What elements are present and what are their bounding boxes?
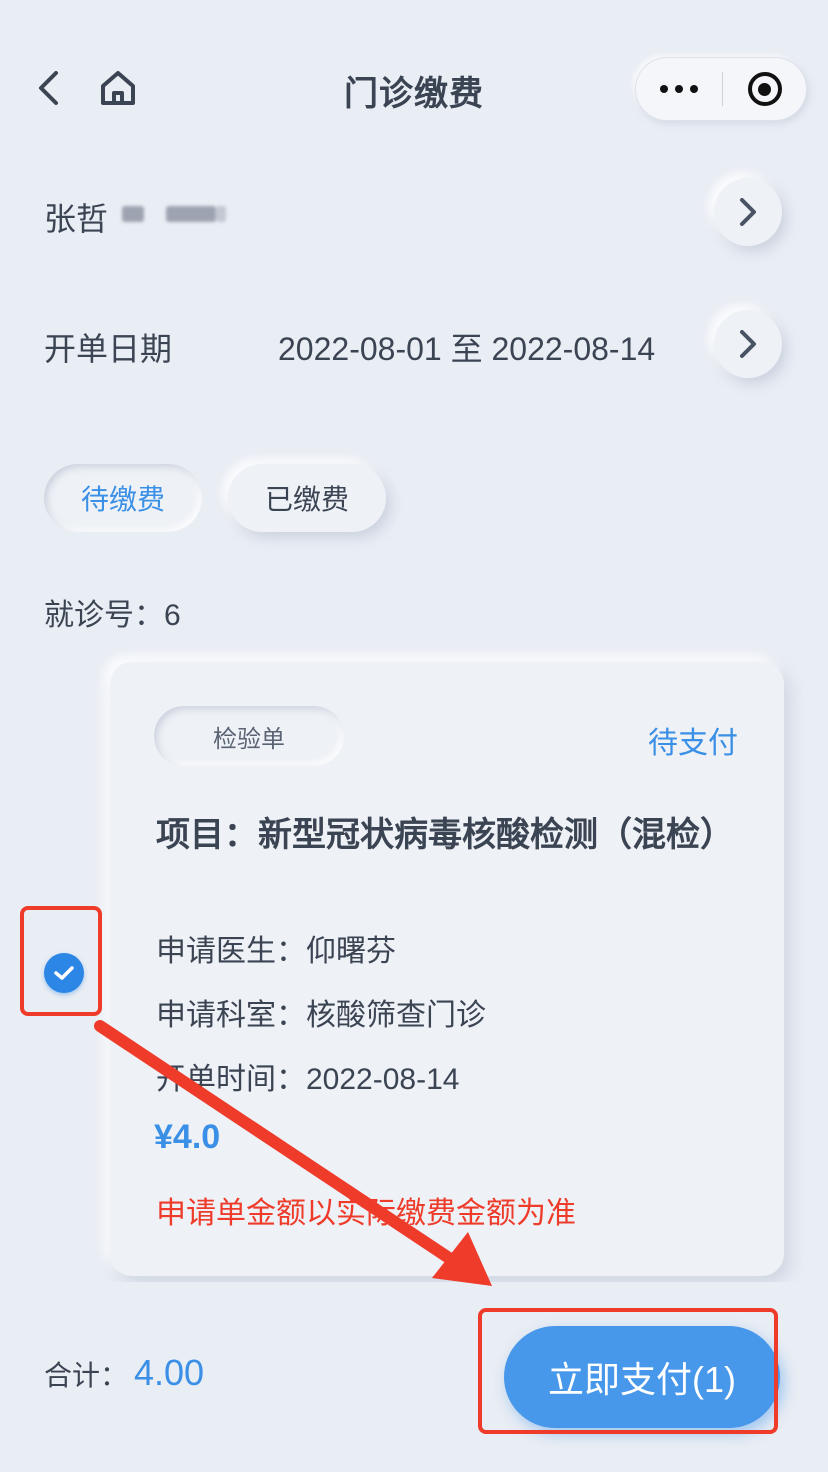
target-icon (747, 72, 782, 106)
order-notice: 申请单金额以实际缴费金额为准 (156, 1197, 576, 1230)
total-label: 合计： (44, 1360, 129, 1391)
visit-number: 就诊号：6 (44, 599, 181, 632)
close-mini-program-button[interactable] (723, 72, 806, 106)
patient-name: 张哲 (44, 201, 109, 237)
order-time: 开单时间：2022-08-14 (156, 1063, 460, 1096)
order-price: ¥4.0 (154, 1118, 221, 1156)
pay-button-highlight-annotation (478, 1308, 778, 1434)
tab-paid[interactable]: 已缴费 (228, 464, 386, 532)
date-select-button[interactable] (714, 310, 782, 378)
patient-info-masked (122, 200, 228, 226)
checkbox-highlight-annotation (20, 906, 102, 1016)
tab-pending-payment[interactable]: 待缴费 (44, 464, 202, 532)
order-doctor: 申请医生：仰曙芬 (156, 935, 396, 968)
project-key: 项目： (156, 816, 258, 854)
chevron-right-icon (740, 330, 756, 358)
more-dots-icon[interactable] (636, 85, 722, 93)
chevron-right-icon (740, 198, 756, 226)
patient-select-button[interactable] (714, 178, 782, 246)
project-value: 新型冠状病毒核酸检测（混检） (258, 816, 734, 854)
order-project: 项目： 新型冠状病毒核酸检测（混检） (156, 812, 746, 858)
mini-program-capsule (636, 58, 806, 120)
total-value: 4.00 (134, 1352, 205, 1393)
order-status: 待支付 (648, 727, 738, 760)
date-filter-label: 开单日期 (44, 331, 173, 367)
order-card[interactable]: 检验单 待支付 项目： 新型冠状病毒核酸检测（混检） 申请医生：仰曙芬 申请科室… (110, 662, 784, 1276)
date-range-value[interactable]: 2022-08-01 至 2022-08-14 (278, 324, 655, 370)
order-type-badge: 检验单 (154, 706, 344, 766)
order-department: 申请科室：核酸筛查门诊 (156, 999, 486, 1032)
nav-bar: 门诊缴费 (0, 0, 828, 176)
order-total: 合计： 4.00 (44, 1352, 204, 1394)
